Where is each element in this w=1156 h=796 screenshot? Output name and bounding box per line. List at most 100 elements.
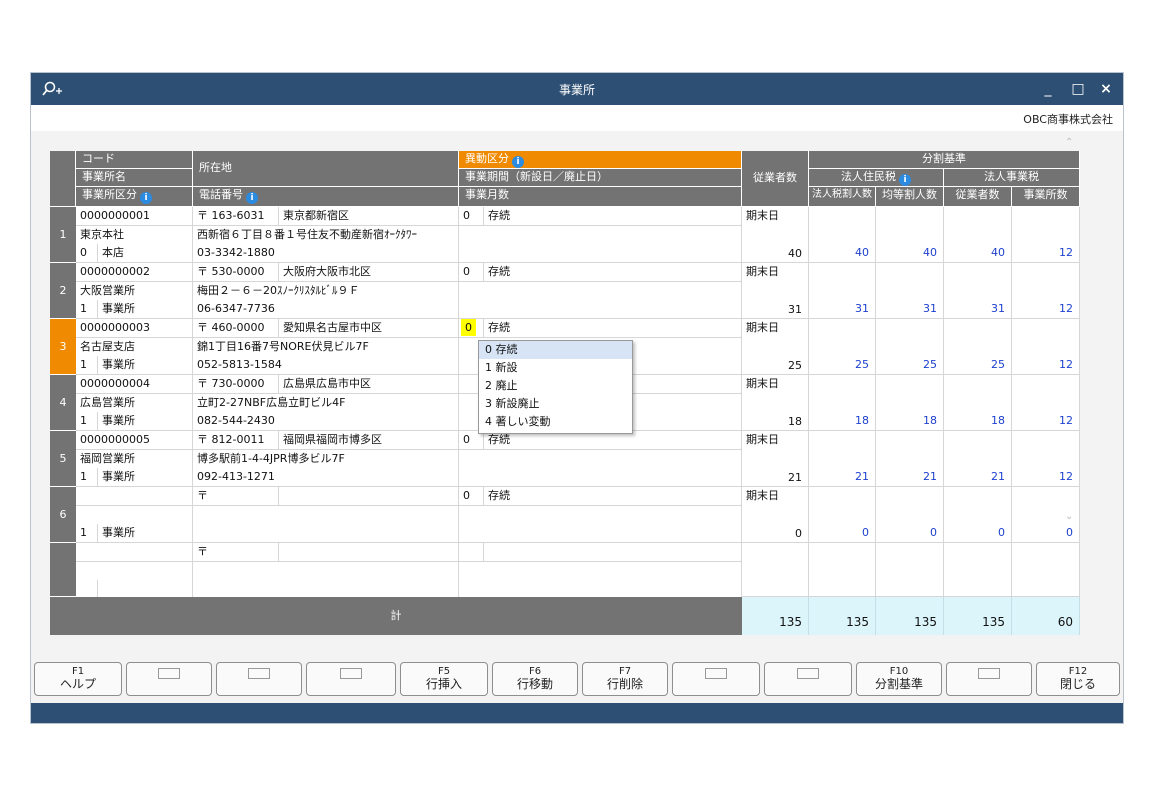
f10-bunkatsu-button[interactable]: F10 分割基準 [856,662,942,696]
kubun-code-cell[interactable]: 1 [76,300,98,319]
employees-cell[interactable]: 期末日 31 [742,263,809,319]
jugyosha-cell[interactable]: 40 [944,207,1012,263]
address-cell[interactable]: 梅田２－６－20ｽﾉｰｸﾘｽﾀﾙﾋﾞﾙ９Ｆ [193,282,459,301]
kubun-name-cell[interactable]: 事業所 [98,412,193,431]
zeiwari-cell[interactable]: 21 [809,431,876,487]
code-cell[interactable] [76,487,193,506]
f11-blank-button[interactable] [946,662,1032,696]
kikan-cell[interactable] [459,562,742,581]
f4-blank-button[interactable] [306,662,396,696]
jigyosho-cell[interactable]: 12 [1012,263,1080,319]
info-icon[interactable]: i [899,174,911,186]
idou-code-cell[interactable]: 0 [459,487,484,506]
idou-code-cell[interactable]: 0 [459,263,484,282]
zip-cell[interactable]: 〒 163-6031 [193,207,279,226]
kikan-cell[interactable] [459,450,742,469]
pref-cell[interactable] [279,487,459,506]
f8-blank-button[interactable] [672,662,760,696]
kinto-cell[interactable]: 18 [876,375,944,431]
kubun-name-cell[interactable]: 本店 [98,244,193,263]
name-cell[interactable]: 福岡営業所 [76,450,193,469]
scroll-down-icon[interactable]: ⌄ [1065,511,1073,522]
jigyosho-cell[interactable]: 12 [1012,319,1080,375]
jugyosha-cell[interactable]: 25 [944,319,1012,375]
f7-delete-row-button[interactable]: F7 行削除 [582,662,668,696]
tel-cell[interactable]: 082-544-2430 [193,412,459,431]
idou-name-cell[interactable]: 存続 [484,487,742,506]
tel-cell[interactable] [193,524,459,543]
tel-cell[interactable]: 06-6347-7736 [193,300,459,319]
kubun-name-cell[interactable]: 事業所 [98,468,193,487]
name-cell[interactable] [76,506,193,525]
tel-cell[interactable]: 052-5813-1584 [193,356,459,375]
pref-cell[interactable]: 福岡県福岡市博多区 [279,431,459,450]
zip-cell[interactable]: 〒 812-0011 [193,431,279,450]
code-cell[interactable] [76,543,193,562]
employees-cell[interactable]: 期末日 40 [742,207,809,263]
zeiwari-cell[interactable]: 0 [809,487,876,543]
zip-cell[interactable]: 〒 530-0000 [193,263,279,282]
employees-cell[interactable]: 期末日 18 [742,375,809,431]
tel-cell[interactable]: 03-3342-1880 [193,244,459,263]
scroll-up-icon[interactable]: ⌃ [1065,137,1073,148]
address-cell[interactable]: 錦1丁目16番7号NORE伏見ビル7F [193,338,459,357]
idou-name-cell[interactable] [484,543,742,562]
name-cell[interactable]: 広島営業所 [76,394,193,413]
jigyosho-cell[interactable]: 12 [1012,431,1080,487]
address-cell[interactable] [193,506,459,525]
dropdown-item[interactable]: 4 著しい変動 [479,413,632,431]
jugyosha-cell[interactable]: 0 [944,487,1012,543]
jugyosha-cell[interactable]: 18 [944,375,1012,431]
f2-blank-button[interactable] [126,662,212,696]
jugyosha-cell[interactable]: 21 [944,431,1012,487]
f5-insert-row-button[interactable]: F5 行挿入 [400,662,488,696]
kubun-code-cell[interactable]: 1 [76,412,98,431]
maximize-button[interactable]: □ [1067,79,1089,99]
kinto-cell[interactable]: 21 [876,431,944,487]
pref-cell[interactable]: 東京都新宿区 [279,207,459,226]
zeiwari-cell[interactable]: 18 [809,375,876,431]
row-number[interactable]: 1 [50,207,76,263]
address-cell[interactable]: 西新宿６丁目８番１号住友不動産新宿ｵｰｸﾀﾜｰ [193,226,459,245]
f3-blank-button[interactable] [216,662,302,696]
pref-cell[interactable]: 愛知県名古屋市中区 [279,319,459,338]
code-cell[interactable]: 0000000003 [76,319,193,338]
employees-cell[interactable] [742,543,809,597]
address-cell[interactable]: 立町2-27NBF広島立町ビル4F [193,394,459,413]
kinto-cell[interactable]: 31 [876,263,944,319]
kubun-code-cell[interactable]: 1 [76,468,98,487]
zeiwari-cell[interactable]: 31 [809,263,876,319]
zip-cell[interactable]: 〒 730-0000 [193,375,279,394]
idou-code-cell[interactable] [459,543,484,562]
jigyosho-cell[interactable]: 12 [1012,375,1080,431]
dropdown-item[interactable]: 0 存続 [479,341,632,359]
months-cell[interactable] [459,244,742,263]
kikan-cell[interactable] [459,282,742,301]
row-number-blank[interactable] [50,543,76,597]
months-cell[interactable] [459,300,742,319]
months-cell[interactable] [459,468,742,487]
code-cell[interactable]: 0000000004 [76,375,193,394]
pref-cell[interactable]: 大阪府大阪市北区 [279,263,459,282]
dropdown-item[interactable]: 2 廃止 [479,377,632,395]
pref-cell[interactable] [279,543,459,562]
row-number[interactable]: 5 [50,431,76,487]
zeiwari-cell[interactable]: 25 [809,319,876,375]
f9-blank-button[interactable] [764,662,852,696]
division-cell[interactable] [876,543,944,597]
dropdown-item[interactable]: 1 新設 [479,359,632,377]
jigyosho-cell[interactable]: 12 [1012,207,1080,263]
months-cell[interactable] [459,524,742,543]
idou-dropdown[interactable]: 0 存続 1 新設 2 廃止 3 新設廃止 4 著しい変動 [478,340,633,434]
kinto-cell[interactable]: 40 [876,207,944,263]
kubun-code-cell[interactable]: 1 [76,356,98,375]
f1-help-button[interactable]: F1 ヘルプ [34,662,122,696]
info-icon[interactable]: i [140,192,152,204]
zip-cell[interactable]: 〒 460-0000 [193,319,279,338]
division-cell[interactable] [944,543,1012,597]
row-number[interactable]: 6 [50,487,76,543]
employees-cell[interactable]: 期末日 25 [742,319,809,375]
kikan-cell[interactable] [459,506,742,525]
division-cell[interactable] [809,543,876,597]
kubun-code-cell[interactable]: 0 [76,244,98,263]
